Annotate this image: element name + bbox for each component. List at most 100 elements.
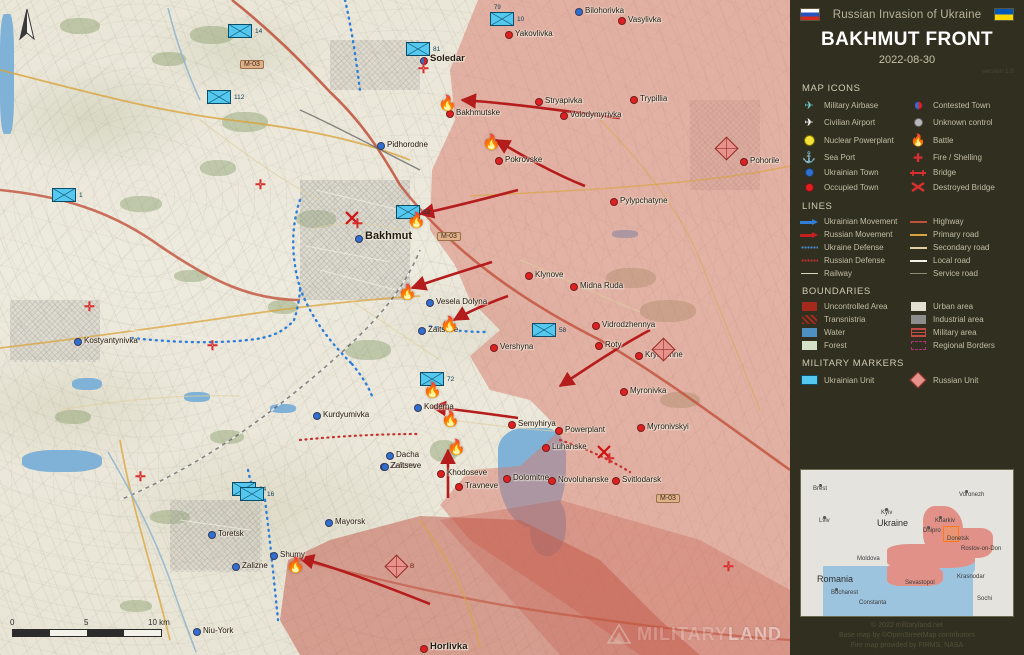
town-label-vasylivka: Vasylivka (628, 15, 662, 24)
town-label-luhanske: Luhanske (552, 442, 587, 451)
town-dot-travneve[interactable] (455, 483, 463, 491)
town-dot-khodoseve[interactable] (437, 470, 445, 478)
inset-city-dot (939, 516, 942, 519)
ukrainian-unit-marker[interactable]: 112 (207, 90, 244, 104)
town-dot-bilohorivka[interactable] (575, 8, 583, 16)
legend-item-label: Military area (933, 328, 977, 337)
town-dot-vershyna[interactable] (490, 344, 498, 352)
inset-city-dot (885, 508, 888, 511)
town-dot-bakhmut[interactable] (355, 235, 363, 243)
inset-city-dot (965, 490, 968, 493)
town-dot-pokrovske[interactable] (495, 157, 503, 165)
unit-designation-label: 10 (517, 16, 525, 23)
legend-item-military-area: Military area (909, 328, 1014, 337)
town-dot-novoluhanske[interactable] (548, 477, 556, 485)
town-label-zalizne: Zalizne (242, 561, 268, 570)
town-dot-shumy[interactable] (270, 552, 278, 560)
town-dot-volodymyrivka[interactable] (560, 112, 568, 120)
town-dot-myronivka[interactable] (620, 388, 628, 396)
military-area-swatch (909, 328, 927, 337)
watermark-secondary: LAND (728, 623, 782, 644)
ukrainian-unit-marker[interactable]: 10 79 (490, 5, 524, 26)
town-label-khodoseve: Khodoseve (447, 468, 488, 477)
inset-city-rostov: Rostov-on-Don (961, 546, 1002, 552)
town-dot-zaitseve[interactable] (418, 327, 426, 335)
town-dot-horlivka[interactable] (420, 645, 428, 653)
town-dot-myronivskyi[interactable] (637, 424, 645, 432)
town-label-trypillia: Trypillia (640, 94, 668, 103)
battle-icon: 🔥 (910, 133, 926, 147)
scale-tick-10: 10 km (148, 618, 170, 627)
town-dot-klynove[interactable] (525, 272, 533, 280)
town-dot-kostyantynivka[interactable] (74, 338, 82, 346)
ukrainian-town-icon (800, 168, 818, 177)
legend-item-russian-movement: Russian Movement (800, 230, 905, 239)
town-dot-roty[interactable] (595, 342, 603, 350)
highway-line (909, 220, 927, 223)
town-dot-krynychne[interactable] (635, 352, 643, 360)
legend-item-transnistria: Transnistria (800, 315, 905, 324)
legend-item-bridge: Bridge (909, 168, 1014, 177)
town-label-soledar: Soledar (430, 53, 465, 64)
town-label-mayorsk: Mayorsk (335, 517, 366, 526)
town-dot-zaitseve[interactable] (381, 463, 389, 471)
inset-city-dnipro: Dnipro (923, 528, 941, 534)
legend-item-primary-road: Primary road (909, 230, 1014, 239)
town-label-horlivka: Horlivka (430, 641, 468, 652)
bakhmut-front-map[interactable]: Soledar Bakhmutske Pidhorodne Yakovlivka Str… (0, 0, 790, 655)
inset-city-dot (823, 516, 826, 519)
legend-item-label: Occupied Town (824, 182, 879, 192)
legend-item-occupied-town: Occupied Town (800, 181, 905, 193)
militaryland-watermark: MILITARYLAND (606, 623, 782, 645)
town-dot-trypillia[interactable] (630, 96, 638, 104)
town-dot-kodema[interactable] (414, 404, 422, 412)
town-label-zaitseve: Zaitseve (391, 461, 422, 470)
legend-item-label: Contested Town (933, 101, 991, 110)
town-dot-pohorile[interactable] (740, 158, 748, 166)
legend-item-label: Military Airbase (824, 101, 879, 110)
inset-label-ukraine: Ukraine (877, 518, 909, 528)
town-dot-yakovlivka[interactable] (505, 31, 513, 39)
inset-city-lviv: Lviv (819, 518, 830, 524)
legend-item-label: Industrial area (933, 315, 984, 324)
inset-city-voronezh: Voronezh (959, 492, 985, 498)
town-dot-vesela-dolyna[interactable] (426, 299, 434, 307)
legend-item-ukrainian-movement: Ukrainian Movement (800, 217, 905, 226)
town-label-yakovlivka: Yakovlivka (515, 29, 553, 38)
sidebar-header-title: Russian Invasion of Ukraine (832, 8, 982, 21)
town-dot-powerplant[interactable] (555, 427, 563, 435)
ukrainian-unit-marker[interactable]: 16 (240, 487, 274, 501)
town-dot-vidrodzhennya[interactable] (592, 322, 600, 330)
town-dot-mayorsk[interactable] (325, 519, 333, 527)
overview-inset-map[interactable]: Ukraine Romania Moldova Brest Voronezh K… (800, 469, 1014, 617)
section-title-military-markers: MILITARY MARKERS (802, 358, 904, 369)
town-dot-vasylivka[interactable] (618, 17, 626, 25)
legend-boundaries: Uncontrolled Area Urban area Transnistria I… (800, 302, 1014, 350)
fire-shelling-icon: ✛ (604, 451, 615, 466)
town-dot-dacha[interactable] (386, 452, 394, 460)
legend-item-unknown-control: Unknown control (909, 116, 1014, 129)
contested-town-icon (909, 101, 927, 110)
ukrainian-unit-marker[interactable]: 1 (52, 188, 83, 202)
town-dot-kurdyumivka[interactable] (313, 412, 321, 420)
town-dot-dolomitne[interactable] (503, 475, 511, 483)
town-dot-semyhirya[interactable] (508, 421, 516, 429)
town-dot-niu-york[interactable] (193, 628, 201, 636)
legend-item-label: Local road (933, 256, 971, 265)
ukrainian-unit-marker[interactable]: 81 (406, 42, 440, 56)
town-dot-pidhorodne[interactable] (377, 142, 385, 150)
map-date: 2022-08-30 (878, 54, 936, 66)
town-dot-stryapivka[interactable] (535, 98, 543, 106)
legend-item-industrial-area: Industrial area (909, 315, 1014, 324)
town-dot-luhanske[interactable] (542, 444, 550, 452)
legend-item-russian-defense: Russian Defense (800, 256, 905, 265)
town-label-pidhorodne: Pidhorodne (387, 140, 428, 149)
town-dot-pylypchatyne[interactable] (610, 198, 618, 206)
town-dot-svitlodarsk[interactable] (612, 477, 620, 485)
town-dot-toretsk[interactable] (208, 531, 216, 539)
ukrainian-unit-marker[interactable]: 58 (532, 323, 566, 337)
legend-item-regional-borders: Regional Borders (909, 341, 1014, 350)
ukrainian-unit-marker[interactable]: 14 (228, 24, 262, 38)
town-dot-midna-ruda[interactable] (570, 283, 578, 291)
town-dot-zalizne[interactable] (232, 563, 240, 571)
